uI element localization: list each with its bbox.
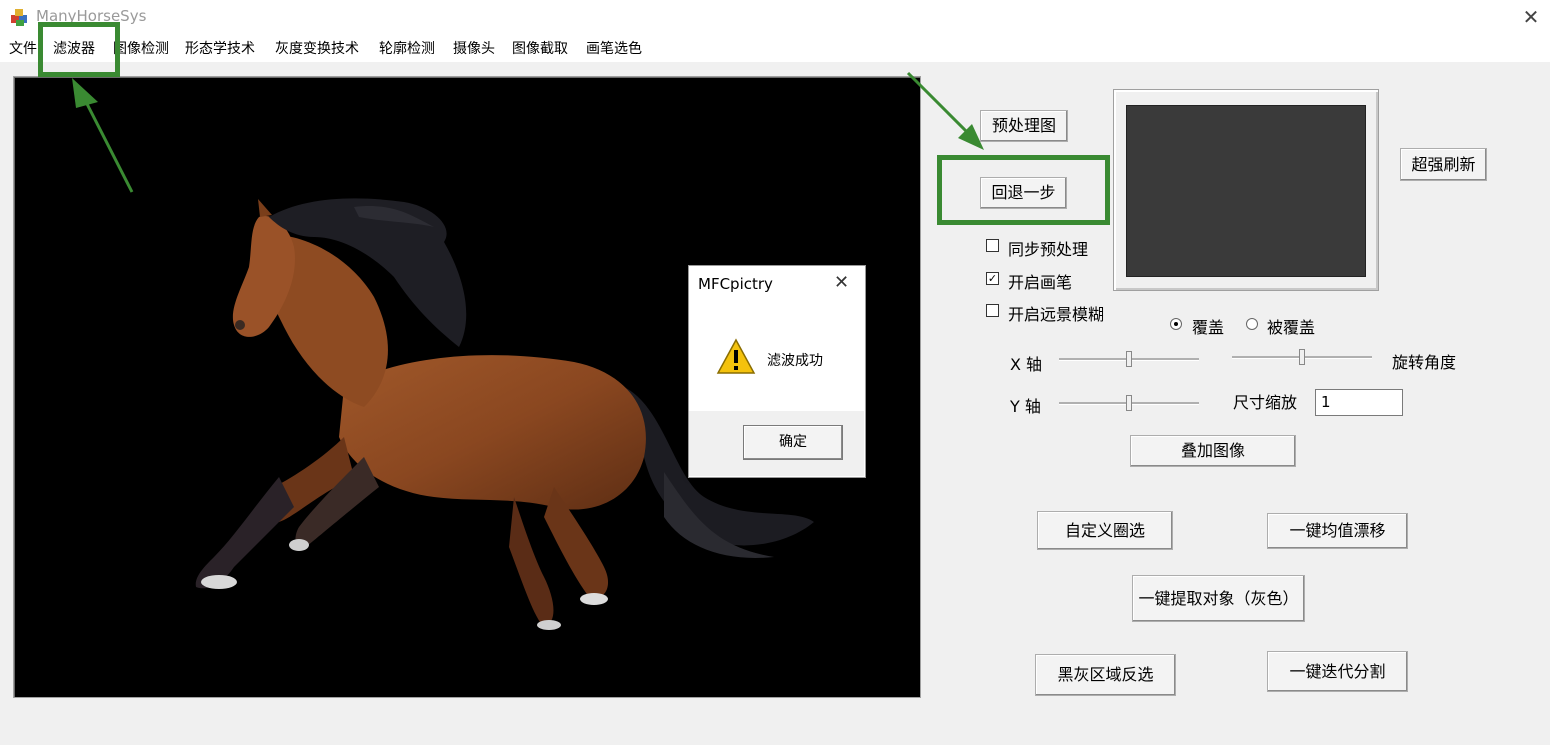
- menu-morphology[interactable]: 形态学技术: [185, 38, 255, 58]
- preprocess-button[interactable]: 预处理图: [980, 110, 1068, 142]
- dialog-close-icon[interactable]: ✕: [834, 272, 849, 293]
- dialog-ok-button[interactable]: 确定: [743, 425, 843, 460]
- rotate-slider-thumb[interactable]: [1299, 349, 1305, 365]
- menu-file[interactable]: 文件: [9, 38, 37, 58]
- radio-covered[interactable]: [1246, 318, 1258, 330]
- extract-gray-button[interactable]: 一键提取对象（灰色）: [1132, 575, 1305, 622]
- enable-brush-checkbox[interactable]: ✓: [986, 272, 999, 285]
- scale-label: 尺寸缩放: [1233, 393, 1298, 412]
- menu-contour[interactable]: 轮廓检测: [379, 38, 435, 58]
- y-axis-slider-thumb[interactable]: [1126, 395, 1132, 411]
- invert-select-button[interactable]: 黑灰区域反选: [1035, 654, 1176, 696]
- enable-brush-label: 开启画笔: [1008, 273, 1073, 292]
- mean-shift-button[interactable]: 一键均值漂移: [1267, 513, 1408, 549]
- iterative-split-button[interactable]: 一键迭代分割: [1267, 651, 1408, 692]
- menu-camera[interactable]: 摄像头: [453, 38, 495, 58]
- refresh-button[interactable]: 超强刷新: [1400, 148, 1487, 181]
- enable-blur-checkbox[interactable]: [986, 304, 999, 317]
- custom-select-button[interactable]: 自定义圈选: [1037, 511, 1173, 550]
- x-axis-slider-thumb[interactable]: [1126, 351, 1132, 367]
- dialog-message: 滤波成功: [767, 353, 823, 369]
- radio-cover-label: 覆盖: [1192, 318, 1225, 337]
- sync-preprocess-checkbox[interactable]: [986, 239, 999, 252]
- y-axis-label: Y 轴: [1010, 397, 1041, 416]
- menu-brush-color[interactable]: 画笔选色: [586, 38, 642, 58]
- menu-capture[interactable]: 图像截取: [512, 38, 568, 58]
- rotate-label: 旋转角度: [1392, 353, 1457, 372]
- preview-image: [1126, 105, 1366, 277]
- menu-gray-transform[interactable]: 灰度变换技术: [275, 38, 359, 58]
- app-icon: [11, 9, 27, 26]
- menu-image-detect[interactable]: 图像检测: [113, 38, 169, 58]
- dialog-title: MFCpictry: [698, 275, 773, 293]
- window-close-icon[interactable]: ✕: [1518, 4, 1544, 30]
- radio-cover[interactable]: [1170, 318, 1182, 330]
- title-bar: [0, 0, 1550, 34]
- enable-blur-label: 开启远景模糊: [1008, 305, 1105, 324]
- highlight-filter-menu: [38, 22, 120, 77]
- x-axis-label: X 轴: [1010, 355, 1043, 374]
- highlight-undo-button: [937, 155, 1110, 225]
- warning-icon: [716, 338, 756, 374]
- scale-input[interactable]: 1: [1315, 389, 1403, 416]
- sync-preprocess-label: 同步预处理: [1008, 240, 1089, 259]
- overlay-button[interactable]: 叠加图像: [1130, 435, 1296, 467]
- radio-covered-label: 被覆盖: [1267, 318, 1316, 337]
